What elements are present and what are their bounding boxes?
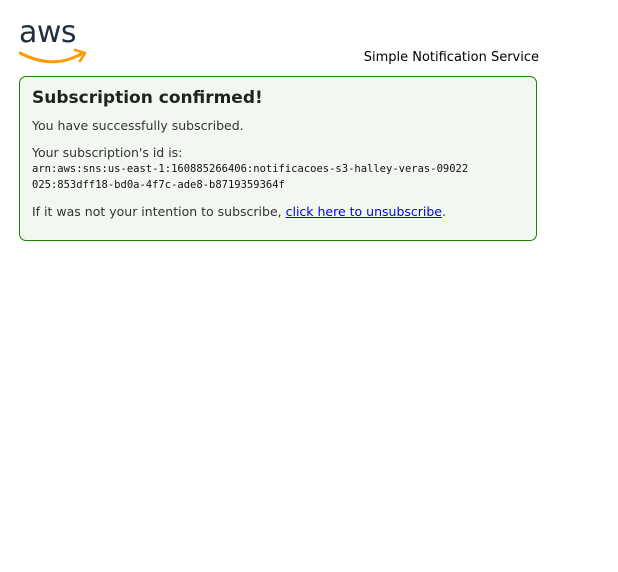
header: aws Simple Notification Service xyxy=(19,15,539,68)
service-name: Simple Notification Service xyxy=(363,50,539,65)
subscription-id-label: Your subscription's id is: xyxy=(32,145,183,160)
unsubscribe-link[interactable]: click here to unsubscribe xyxy=(286,204,442,219)
page-title: Subscription confirmed! xyxy=(32,88,263,108)
subscription-arn: arn:aws:sns:us-east-1:160885266406:notif… xyxy=(32,163,469,191)
aws-logo: aws xyxy=(19,15,89,66)
unsubscribe-suffix: . xyxy=(442,204,446,219)
unsubscribe-prefix: If it was not your intention to subscrib… xyxy=(32,204,286,219)
page: aws Simple Notification Service Subscrip… xyxy=(0,0,618,572)
unsubscribe-notice: If it was not your intention to subscrib… xyxy=(32,204,524,220)
aws-smile-icon xyxy=(19,48,87,64)
success-message: You have successfully subscribed. xyxy=(32,118,244,133)
confirmation-panel: Subscription confirmed! You have success… xyxy=(19,76,537,241)
